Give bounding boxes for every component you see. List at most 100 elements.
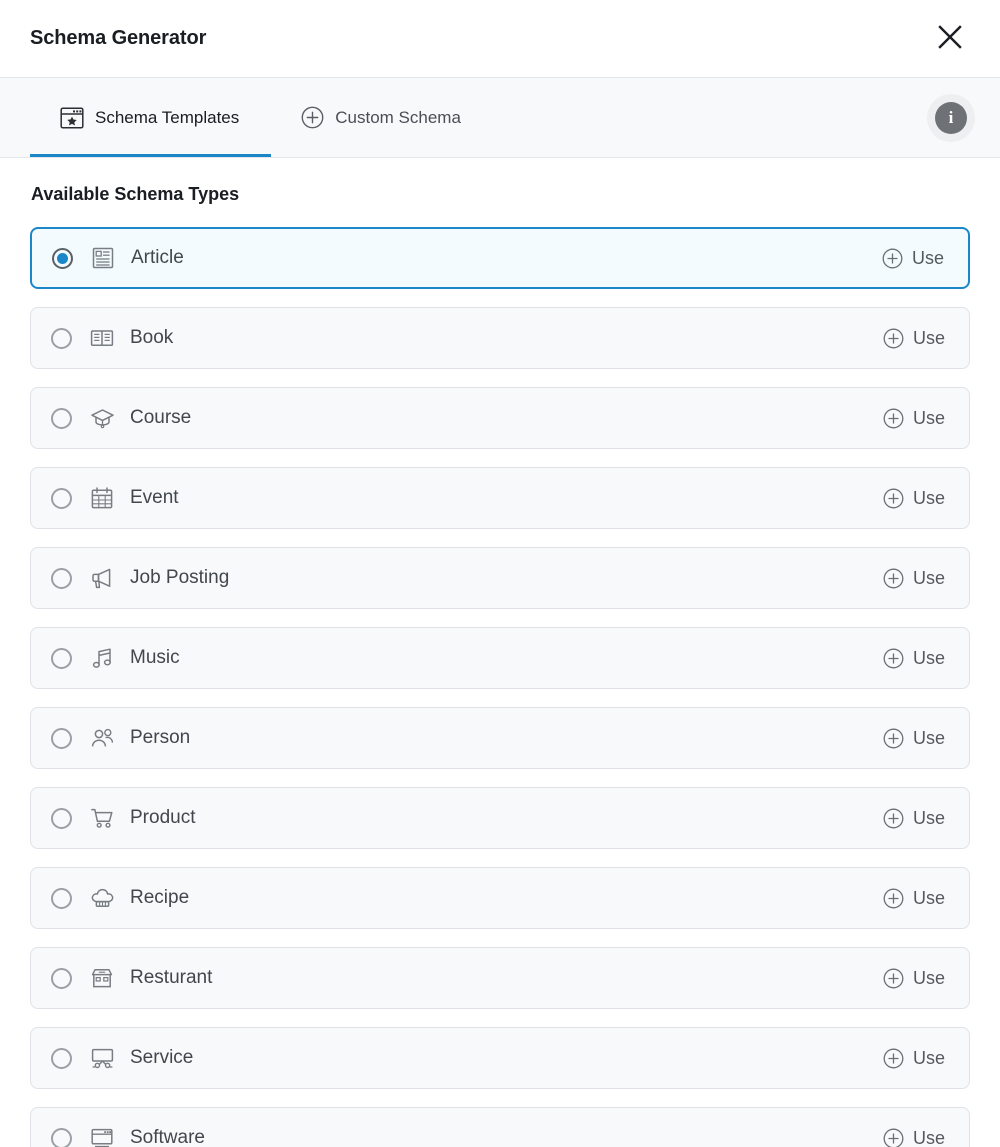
people-icon xyxy=(89,725,115,751)
plus-circle-icon xyxy=(883,488,904,509)
use-button-label: Use xyxy=(912,567,945,588)
info-icon: i xyxy=(935,101,967,134)
music-note-icon xyxy=(89,645,115,671)
radio-button[interactable] xyxy=(51,967,72,989)
tab-label-schema-templates: Schema Templates xyxy=(95,107,240,127)
schema-type-row-event[interactable]: Event Use xyxy=(30,467,970,529)
plus-circle-icon xyxy=(883,808,904,829)
use-button-label: Use xyxy=(912,967,945,988)
plus-circle-icon xyxy=(301,106,324,129)
use-button-label: Use xyxy=(912,407,945,428)
schema-type-label: Product xyxy=(130,807,196,828)
use-button[interactable]: Use xyxy=(877,964,951,993)
modal-header: Schema Generator xyxy=(0,0,1000,78)
plus-circle-icon xyxy=(883,1128,904,1147)
radio-button[interactable] xyxy=(51,647,72,669)
plus-circle-icon xyxy=(883,328,904,349)
window-star-icon xyxy=(60,106,84,129)
use-button-label: Use xyxy=(912,727,945,748)
radio-button[interactable] xyxy=(51,807,72,829)
use-button-label: Use xyxy=(912,327,945,348)
plus-circle-icon xyxy=(883,648,904,669)
schema-type-label: Recipe xyxy=(130,887,190,908)
schema-type-row-course[interactable]: Course Use xyxy=(30,387,970,449)
plus-circle-icon xyxy=(883,728,904,749)
schema-type-row-article[interactable]: Article Use xyxy=(30,227,970,289)
megaphone-icon xyxy=(89,565,115,591)
use-button-label: Use xyxy=(912,887,945,908)
plus-circle-icon xyxy=(882,248,903,269)
storefront-icon xyxy=(89,965,115,991)
radio-button[interactable] xyxy=(51,327,72,349)
close-icon xyxy=(936,23,964,54)
shopping-cart-icon xyxy=(89,805,115,831)
newspaper-icon xyxy=(90,245,116,271)
chef-hat-icon xyxy=(89,885,115,911)
use-button[interactable]: Use xyxy=(877,724,951,753)
tab-bar: Schema Templates Custom Schema i xyxy=(0,78,1000,158)
radio-button[interactable] xyxy=(51,1047,72,1069)
use-button[interactable]: Use xyxy=(877,884,951,913)
use-button[interactable]: Use xyxy=(877,564,951,593)
use-button-label: Use xyxy=(912,487,945,508)
schema-type-label: Book xyxy=(130,327,174,348)
radio-button[interactable] xyxy=(51,567,72,589)
schema-type-label: Article xyxy=(131,247,184,268)
tab-custom-schema[interactable]: Custom Schema xyxy=(271,78,493,157)
schema-type-list: Article Use Book Use Course Use Event Us… xyxy=(30,227,970,1147)
schema-type-label: Job Posting xyxy=(130,567,230,588)
use-button[interactable]: Use xyxy=(877,804,951,833)
plus-circle-icon xyxy=(883,568,904,589)
plus-circle-icon xyxy=(883,1048,904,1069)
use-button[interactable]: Use xyxy=(877,1124,951,1147)
use-button-label: Use xyxy=(912,807,945,828)
schema-type-row-product[interactable]: Product Use xyxy=(30,787,970,849)
tab-schema-templates[interactable]: Schema Templates xyxy=(30,78,272,157)
close-button[interactable] xyxy=(930,19,970,59)
software-window-icon xyxy=(89,1125,115,1147)
schema-type-label: Music xyxy=(130,647,180,668)
schema-types-panel: Available Schema Types Article Use Book xyxy=(0,158,1000,1147)
radio-button[interactable] xyxy=(52,247,73,269)
schema-type-label: Course xyxy=(130,407,192,428)
open-book-icon xyxy=(89,325,115,351)
radio-button[interactable] xyxy=(51,887,72,909)
schema-type-row-music[interactable]: Music Use xyxy=(30,627,970,689)
schema-type-row-resturant[interactable]: Resturant Use xyxy=(30,947,970,1009)
use-button-label: Use xyxy=(911,247,944,268)
use-button[interactable]: Use xyxy=(876,244,950,273)
schema-type-label: Event xyxy=(130,487,179,508)
schema-type-row-software[interactable]: Software Use xyxy=(30,1107,970,1147)
page-title: Schema Generator xyxy=(30,27,207,49)
use-button-label: Use xyxy=(912,647,945,668)
use-button[interactable]: Use xyxy=(877,644,951,673)
radio-button[interactable] xyxy=(51,487,72,509)
radio-button[interactable] xyxy=(51,407,72,429)
use-button[interactable]: Use xyxy=(877,404,951,433)
schema-type-row-book[interactable]: Book Use xyxy=(30,307,970,369)
schema-type-row-recipe[interactable]: Recipe Use xyxy=(30,867,970,929)
schema-type-label: Service xyxy=(130,1047,194,1068)
schema-type-row-service[interactable]: Service Use xyxy=(30,1027,970,1089)
tab-label-custom-schema: Custom Schema xyxy=(335,107,461,127)
schema-type-label: Person xyxy=(130,727,191,748)
schema-type-row-job-posting[interactable]: Job Posting Use xyxy=(30,547,970,609)
section-title: Available Schema Types xyxy=(31,184,240,204)
radio-dot xyxy=(57,252,68,264)
schema-type-label: Resturant xyxy=(130,967,213,988)
schema-type-row-person[interactable]: Person Use xyxy=(30,707,970,769)
plus-circle-icon xyxy=(883,968,904,989)
use-button-label: Use xyxy=(912,1127,945,1147)
graduation-cap-icon xyxy=(89,405,115,431)
presentation-icon xyxy=(89,1045,115,1071)
schema-type-label: Software xyxy=(130,1127,205,1147)
radio-button[interactable] xyxy=(51,1127,72,1147)
use-button[interactable]: Use xyxy=(877,484,951,513)
use-button[interactable]: Use xyxy=(877,1044,951,1073)
info-button[interactable]: i xyxy=(927,93,975,142)
calendar-icon xyxy=(89,485,115,511)
use-button-label: Use xyxy=(912,1047,945,1068)
plus-circle-icon xyxy=(883,888,904,909)
radio-button[interactable] xyxy=(51,727,72,749)
use-button[interactable]: Use xyxy=(877,324,951,353)
